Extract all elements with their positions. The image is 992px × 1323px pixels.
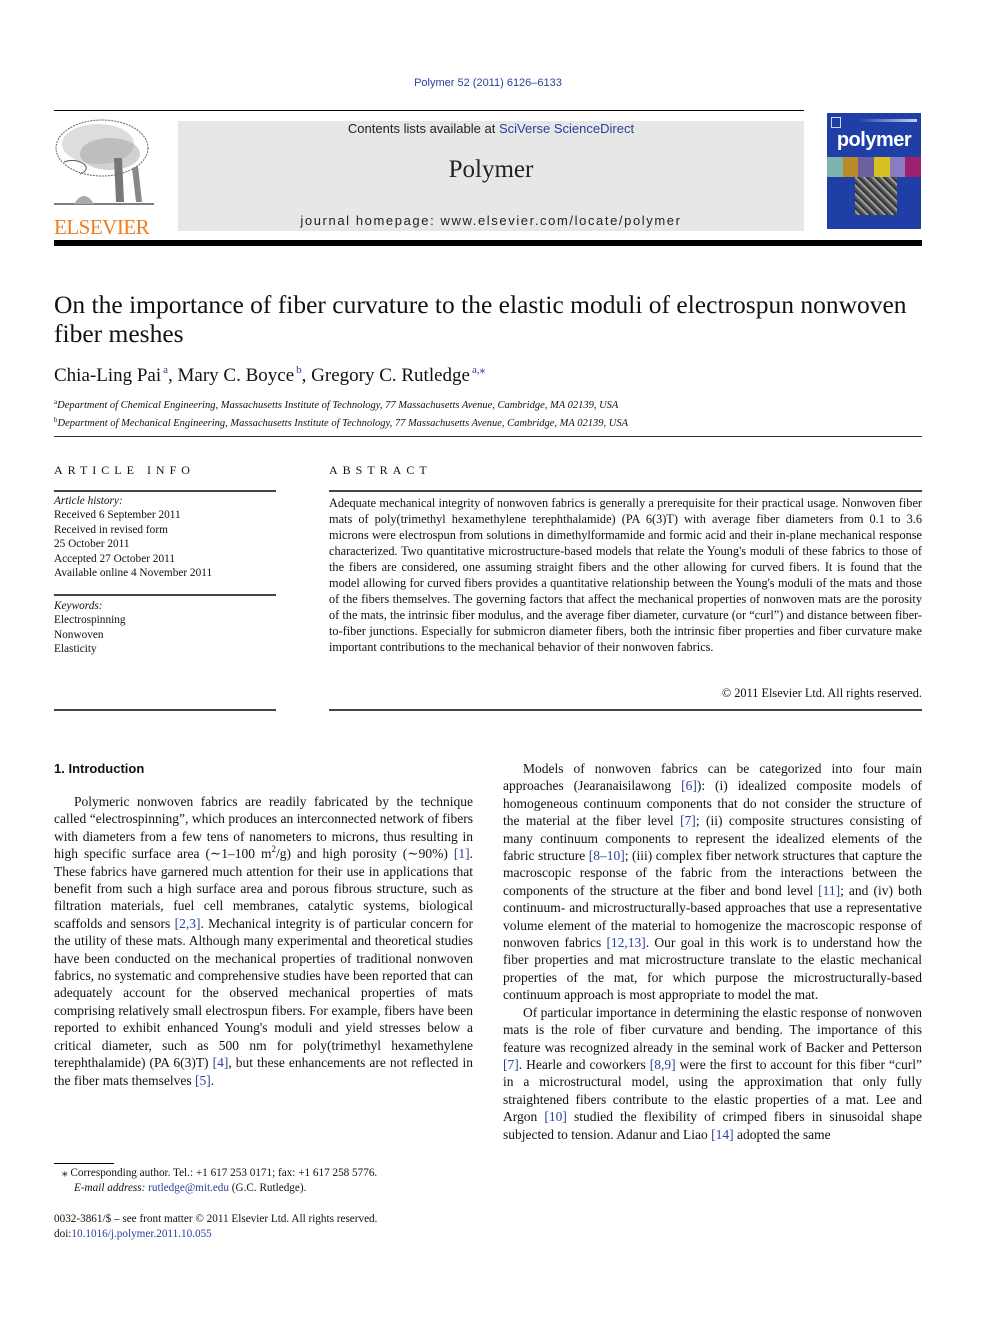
affiliation-mark[interactable]: a: [163, 364, 168, 376]
history-item: Received 6 September 2011: [54, 509, 181, 522]
affiliation-text: Department of Mechanical Engineering, Ma…: [57, 418, 629, 429]
history-item: Accepted 27 October 2011: [54, 552, 175, 565]
keyword: Electrospinning: [54, 614, 126, 627]
email-link[interactable]: rutledge@mit.edu: [148, 1182, 229, 1194]
keywords-label: Keywords:: [54, 600, 103, 612]
citation-link[interactable]: [8,9]: [650, 1057, 676, 1072]
keyword: Nonwoven: [54, 628, 104, 641]
corresponding-author-footnote: ⁎ Corresponding author. Tel.: +1 617 253…: [54, 1166, 377, 1196]
contents-line: Contents lists available at SciVerse Sci…: [178, 121, 804, 136]
cover-micrograph-strip: [827, 157, 921, 177]
journal-homepage-link[interactable]: journal homepage: www.elsevier.com/locat…: [178, 213, 804, 228]
contents-prefix: Contents lists available at: [347, 121, 499, 136]
affiliation-mark[interactable]: b: [296, 364, 302, 376]
citation-link[interactable]: [7]: [503, 1057, 519, 1072]
article-info-heading: ARTICLE INFO: [54, 463, 195, 477]
paragraph: Polymeric nonwoven fabrics are readily f…: [54, 794, 473, 1088]
citation-link[interactable]: [6]: [681, 778, 697, 793]
elsevier-wordmark: ELSEVIER: [54, 215, 150, 239]
issn-line: 0032-3861/$ – see front matter © 2011 El…: [54, 1213, 378, 1225]
citation-link[interactable]: [2,3]: [175, 916, 201, 931]
divider: [54, 490, 276, 492]
header-rule: [54, 110, 804, 111]
abstract-copyright: © 2011 Elsevier Ltd. All rights reserved…: [721, 686, 922, 700]
history-item: Available online 4 November 2011: [54, 567, 213, 580]
author-list: Chia-Ling Pai a, Mary C. Boyce b, Gregory …: [54, 364, 486, 386]
front-matter: 0032-3861/$ – see front matter © 2011 El…: [54, 1212, 377, 1242]
elsevier-logo[interactable]: ELSEVIER: [54, 118, 154, 239]
affiliation-text: Department of Chemical Engineering, Mass…: [57, 400, 619, 411]
citation-link[interactable]: [11]: [818, 883, 840, 898]
keyword: Elasticity: [54, 643, 97, 656]
article-title: On the importance of fiber curvature to …: [54, 290, 907, 348]
citation-link[interactable]: [7]: [680, 813, 696, 828]
journal-cover-image[interactable]: polymer: [827, 113, 921, 229]
footnote-rule: [54, 1163, 114, 1164]
body-column-left: 1. Introduction Polymeric nonwoven fabri…: [54, 760, 473, 1089]
history-label: Article history:: [54, 495, 123, 507]
citation-link[interactable]: [12,13]: [606, 935, 645, 950]
doi-prefix: doi:: [54, 1228, 72, 1240]
cover-sem-image: [855, 177, 897, 215]
header-thick-rule: [54, 240, 922, 246]
doi-link[interactable]: 10.1016/j.polymer.2011.10.055: [71, 1228, 211, 1240]
author-name[interactable]: Chia-Ling Pai: [54, 365, 161, 386]
paragraph: Models of nonwoven fabrics can be catego…: [503, 761, 923, 1003]
journal-masthead: Contents lists available at SciVerse Sci…: [178, 121, 804, 231]
cover-publisher-icon: [831, 117, 841, 128]
journal-name: Polymer: [448, 156, 534, 183]
section-heading: 1. Introduction: [54, 761, 145, 776]
history-item: 25 October 2011: [54, 538, 130, 551]
journal-reference-link[interactable]: Polymer 52 (2011) 6126–6133: [0, 77, 976, 89]
citation-link[interactable]: [1]: [454, 846, 470, 861]
affiliation-item: bDepartment of Mechanical Engineering, M…: [54, 413, 628, 431]
divider: [54, 709, 276, 711]
paragraph: Of particular importance in determining …: [503, 1004, 922, 1142]
citation-link[interactable]: [14]: [711, 1127, 734, 1142]
title-divider: [54, 436, 922, 437]
author-name[interactable]: Gregory C. Rutledge: [311, 365, 470, 386]
article-history: Article history: Received 6 September 20…: [54, 494, 212, 580]
citation-link[interactable]: [5]: [195, 1073, 211, 1088]
affiliation-mark[interactable]: a,⁎: [472, 364, 485, 376]
sciencedirect-link[interactable]: SciVerse ScienceDirect: [499, 121, 634, 136]
email-label: E-mail address:: [74, 1182, 149, 1194]
body-column-right: Models of nonwoven fabrics can be catego…: [503, 760, 922, 1143]
divider: [329, 709, 922, 711]
affiliation-item: aDepartment of Chemical Engineering, Mas…: [54, 395, 628, 413]
cover-title: polymer: [836, 129, 912, 151]
divider: [54, 594, 276, 596]
citation-link[interactable]: [8–10]: [589, 848, 625, 863]
citation-link[interactable]: [10]: [544, 1109, 567, 1124]
keywords: Keywords: Electrospinning Nonwoven Elast…: [54, 599, 126, 657]
email-suffix: (G.C. Rutledge).: [229, 1182, 307, 1194]
affiliations: aDepartment of Chemical Engineering, Mas…: [54, 395, 628, 431]
author-name[interactable]: Mary C. Boyce: [178, 365, 295, 386]
history-item: Received in revised form: [54, 523, 168, 536]
abstract-heading: ABSTRACT: [329, 463, 432, 477]
citation-link[interactable]: [4]: [213, 1055, 229, 1070]
divider: [329, 490, 922, 492]
elsevier-tree-icon: [54, 118, 154, 210]
footnote-contact: ⁎ Corresponding author. Tel.: +1 617 253…: [62, 1167, 378, 1179]
abstract-text: Adequate mechanical integrity of nonwove…: [329, 496, 922, 654]
cover-decor-bar: [857, 119, 917, 122]
